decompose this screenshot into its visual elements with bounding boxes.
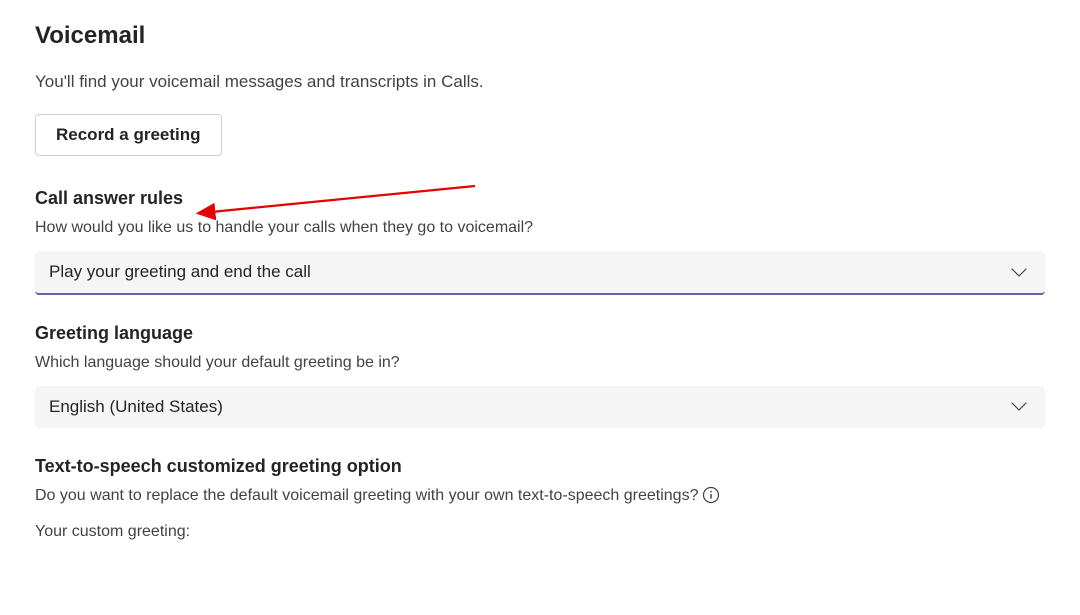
greeting-language-section: Greeting language Which language should … [35, 323, 1045, 428]
call-answer-rules-value: Play your greeting and end the call [49, 262, 311, 282]
record-greeting-button[interactable]: Record a greeting [35, 114, 222, 156]
greeting-language-value: English (United States) [49, 397, 223, 417]
custom-greeting-label: Your custom greeting: [35, 523, 1045, 541]
info-icon[interactable] [702, 486, 720, 504]
greeting-language-description: Which language should your default greet… [35, 354, 1045, 372]
tts-greeting-heading: Text-to-speech customized greeting optio… [35, 456, 1045, 477]
greeting-language-select[interactable]: English (United States) [35, 386, 1045, 428]
call-answer-rules-description: How would you like us to handle your cal… [35, 219, 1045, 237]
tts-greeting-description: Do you want to replace the default voice… [35, 487, 698, 505]
call-answer-rules-select[interactable]: Play your greeting and end the call [35, 251, 1045, 295]
page-title: Voicemail [35, 22, 1045, 50]
tts-greeting-section: Text-to-speech customized greeting optio… [35, 456, 1045, 541]
greeting-language-heading: Greeting language [35, 323, 1045, 344]
call-answer-rules-heading: Call answer rules [35, 188, 1045, 209]
call-answer-rules-section: Call answer rules How would you like us … [35, 188, 1045, 295]
page-description: You'll find your voicemail messages and … [35, 72, 1045, 92]
